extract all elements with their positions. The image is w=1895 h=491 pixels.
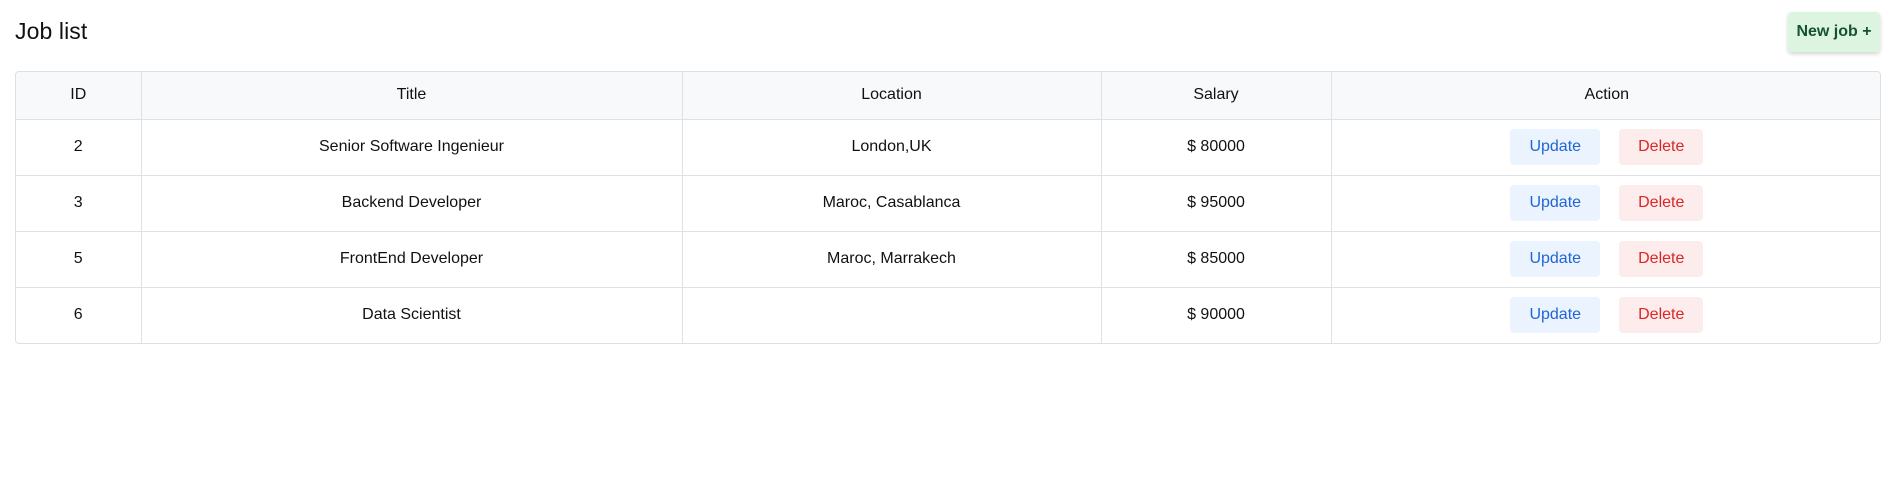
- action-buttons: Update Delete: [1332, 288, 1881, 343]
- cell-action: Update Delete: [1331, 231, 1881, 288]
- cell-salary: $ 95000: [1101, 175, 1332, 232]
- update-button[interactable]: Update: [1510, 297, 1601, 334]
- table-row: 6 Data Scientist $ 90000 Update Delete: [16, 287, 1881, 343]
- cell-action: Update Delete: [1331, 175, 1881, 232]
- action-buttons: Update Delete: [1332, 120, 1881, 175]
- cell-title: Data Scientist: [141, 287, 683, 343]
- cell-id: 6: [16, 287, 142, 343]
- new-job-button[interactable]: New job +: [1788, 12, 1880, 52]
- update-button[interactable]: Update: [1510, 185, 1601, 221]
- table-header-row: ID Title Location Salary Action: [16, 72, 1880, 120]
- cell-title: Senior Software Ingenieur: [141, 119, 683, 176]
- cell-salary: $ 80000: [1101, 119, 1332, 176]
- cell-id: 5: [16, 231, 142, 288]
- action-buttons: Update Delete: [1332, 176, 1881, 231]
- cell-title: FrontEnd Developer: [141, 231, 683, 288]
- cell-location: London,UK: [682, 119, 1102, 176]
- table-row: 2 Senior Software Ingenieur London,UK $ …: [16, 119, 1881, 176]
- cell-location: [682, 287, 1102, 343]
- delete-button[interactable]: Delete: [1619, 241, 1704, 277]
- cell-title: Backend Developer: [141, 175, 683, 232]
- column-header-action: Action: [1331, 72, 1880, 120]
- cell-id: 3: [16, 175, 142, 232]
- update-button[interactable]: Update: [1510, 129, 1601, 165]
- delete-button[interactable]: Delete: [1619, 129, 1704, 165]
- job-table-container: ID Title Location Salary Action 2 Senior…: [15, 71, 1881, 344]
- column-header-location: Location: [682, 72, 1102, 120]
- column-header-salary: Salary: [1101, 72, 1332, 120]
- job-table: ID Title Location Salary Action 2 Senior…: [16, 72, 1881, 343]
- column-header-title: Title: [141, 72, 683, 120]
- table-row: 3 Backend Developer Maroc, Casablanca $ …: [16, 175, 1881, 232]
- update-button[interactable]: Update: [1510, 241, 1601, 277]
- action-buttons: Update Delete: [1332, 232, 1881, 287]
- cell-salary: $ 90000: [1101, 287, 1332, 343]
- table-body: 2 Senior Software Ingenieur London,UK $ …: [16, 119, 1881, 343]
- cell-id: 2: [16, 119, 142, 176]
- cell-action: Update Delete: [1331, 287, 1881, 343]
- column-header-id: ID: [16, 72, 142, 120]
- delete-button[interactable]: Delete: [1619, 297, 1704, 334]
- page-title: Job list: [15, 18, 88, 44]
- table-row: 5 FrontEnd Developer Maroc, Marrakech $ …: [16, 231, 1881, 288]
- cell-salary: $ 85000: [1101, 231, 1332, 288]
- cell-location: Maroc, Marrakech: [682, 231, 1102, 288]
- table-header: ID Title Location Salary Action: [16, 72, 1880, 120]
- job-list-page: Job list New job + ID Title Location Sal…: [0, 0, 1895, 491]
- delete-button[interactable]: Delete: [1619, 185, 1704, 221]
- cell-location: Maroc, Casablanca: [682, 175, 1102, 232]
- cell-action: Update Delete: [1331, 119, 1881, 176]
